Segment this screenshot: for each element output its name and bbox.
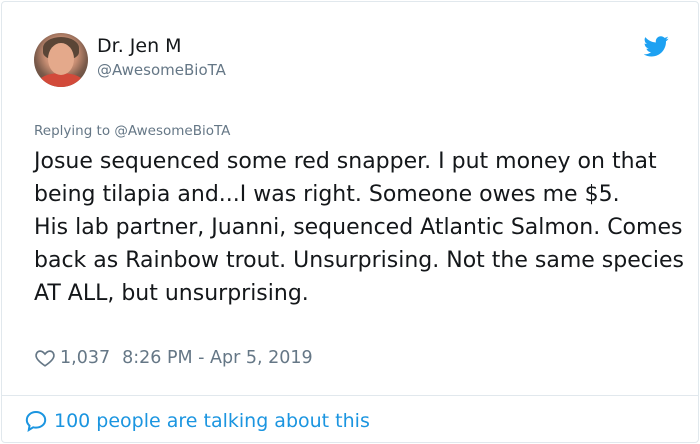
conversation-link[interactable]: 100 people are talking about this	[24, 406, 370, 436]
tweet-paragraph: His lab partner, Juanni, sequenced Atlan…	[34, 215, 684, 306]
replying-to: Replying to @AwesomeBioTA	[34, 123, 230, 139]
tweet-text: Josue sequenced some red snapper. I put …	[34, 145, 684, 310]
author-handle[interactable]: @AwesomeBioTA	[97, 61, 226, 79]
timestamp-link[interactable]: 8:26 PM - Apr 5, 2019	[122, 348, 313, 368]
avatar-face	[48, 43, 74, 75]
tweet-card[interactable]: Dr. Jen M @AwesomeBioTA Replying to @Awe…	[1, 1, 699, 443]
divider	[2, 395, 698, 396]
tweet-paragraph: Josue sequenced some red snapper. I put …	[34, 149, 657, 207]
conversation-label: 100 people are talking about this	[54, 410, 370, 432]
heart-icon[interactable]	[34, 347, 56, 369]
like-count[interactable]: 1,037	[60, 348, 110, 368]
replying-target-link[interactable]: @AwesomeBioTA	[114, 123, 230, 139]
author-display-name[interactable]: Dr. Jen M	[97, 35, 182, 57]
avatar[interactable]	[34, 33, 88, 87]
replying-prefix: Replying to	[34, 123, 111, 139]
tweet-meta: 1,037 8:26 PM - Apr 5, 2019	[34, 345, 313, 371]
twitter-bird-icon[interactable]	[644, 36, 669, 57]
avatar-shirt	[38, 73, 84, 87]
speech-bubble-icon	[25, 410, 47, 432]
